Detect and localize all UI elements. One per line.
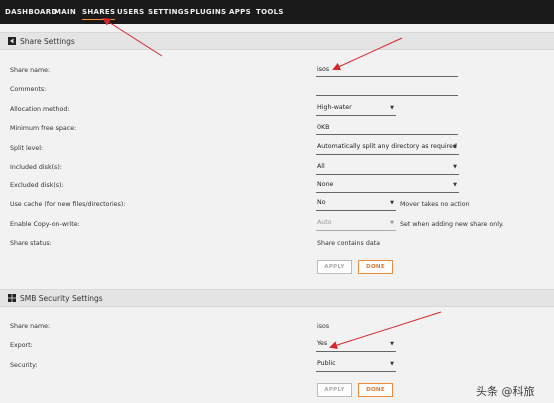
chevron-down-icon: ▼ xyxy=(390,105,394,111)
min-free-space-label: Minimum free space: xyxy=(10,125,77,132)
chevron-down-icon: ▼ xyxy=(390,220,394,226)
smb-apply-button[interactable]: APPLY xyxy=(317,383,352,397)
export-select[interactable]: Yes ▼ xyxy=(316,340,396,352)
chevron-down-icon: ▼ xyxy=(390,341,394,347)
nav-tools[interactable]: TOOLS xyxy=(256,8,284,16)
done-button[interactable]: DONE xyxy=(358,260,393,274)
apply-button[interactable]: APPLY xyxy=(317,260,352,274)
included-disks-label: Included disk(s): xyxy=(10,164,62,171)
nav-apps[interactable]: APPS xyxy=(229,8,251,16)
smb-share-name-value: isos xyxy=(317,323,330,330)
chevron-down-icon: ▼ xyxy=(390,361,394,367)
chevron-down-icon: ▼ xyxy=(453,144,457,150)
export-value: Yes xyxy=(317,340,328,347)
watermark-text: 头条 @科旅 xyxy=(476,385,535,398)
security-value: Public xyxy=(317,360,336,367)
nav-users[interactable]: USERS xyxy=(117,8,144,16)
security-label: Security: xyxy=(10,362,38,369)
split-level-select[interactable]: Automatically split any directory as req… xyxy=(316,143,459,155)
use-cache-value: No xyxy=(317,199,326,206)
share-settings-title: Share Settings xyxy=(20,37,75,46)
smb-security-header: SMB Security Settings xyxy=(0,289,554,307)
split-level-value: Automatically split any directory as req… xyxy=(317,143,457,150)
use-cache-select[interactable]: No ▼ xyxy=(316,199,396,211)
allocation-method-value: High-water xyxy=(317,104,352,111)
nav-shares[interactable]: SHARES xyxy=(82,8,116,20)
share-name-input[interactable]: isos xyxy=(316,66,458,77)
allocation-method-label: Allocation method: xyxy=(10,106,70,113)
excluded-disks-select[interactable]: None ▼ xyxy=(316,181,459,193)
included-disks-select[interactable]: All ▼ xyxy=(316,163,459,175)
top-nav-bar: DASHBOARD MAIN SHARES USERS SETTINGS PLU… xyxy=(0,0,554,24)
share-name-label: Share name: xyxy=(10,67,51,74)
excluded-disks-value: None xyxy=(317,181,334,188)
export-label: Export: xyxy=(10,342,33,349)
excluded-disks-label: Excluded disk(s): xyxy=(10,182,64,189)
copy-on-write-hint: Set when adding new share only. xyxy=(400,221,504,228)
copy-on-write-select: Auto ▼ xyxy=(316,219,396,231)
comments-label: Comments: xyxy=(10,86,47,93)
copy-on-write-label: Enable Copy-on-write: xyxy=(10,221,80,228)
use-cache-hint: Mover takes no action xyxy=(400,201,470,208)
share-settings-header: Share Settings xyxy=(0,32,554,50)
chevron-down-icon: ▼ xyxy=(390,200,394,206)
chevron-down-icon: ▼ xyxy=(453,164,457,170)
smb-share-name-label: Share name: xyxy=(10,323,51,330)
included-disks-value: All xyxy=(317,163,325,170)
copy-on-write-value: Auto xyxy=(317,219,332,226)
nav-plugins[interactable]: PLUGINS xyxy=(190,8,226,16)
split-level-label: Split level: xyxy=(10,145,44,152)
nav-main[interactable]: MAIN xyxy=(54,8,76,16)
share-icon xyxy=(8,37,16,45)
min-free-space-input[interactable]: 0KB xyxy=(316,124,458,135)
smb-security-title: SMB Security Settings xyxy=(20,294,103,303)
windows-icon xyxy=(8,294,16,302)
nav-dashboard[interactable]: DASHBOARD xyxy=(5,8,58,16)
share-status-label: Share status: xyxy=(10,240,52,247)
security-select[interactable]: Public ▼ xyxy=(316,360,396,372)
nav-settings[interactable]: SETTINGS xyxy=(148,8,189,16)
comments-input[interactable] xyxy=(316,85,458,96)
allocation-method-select[interactable]: High-water ▼ xyxy=(316,104,396,116)
use-cache-label: Use cache (for new files/directories): xyxy=(10,201,126,208)
chevron-down-icon: ▼ xyxy=(453,182,457,188)
smb-done-button[interactable]: DONE xyxy=(358,383,393,397)
share-status-value: Share contains data xyxy=(317,240,381,247)
